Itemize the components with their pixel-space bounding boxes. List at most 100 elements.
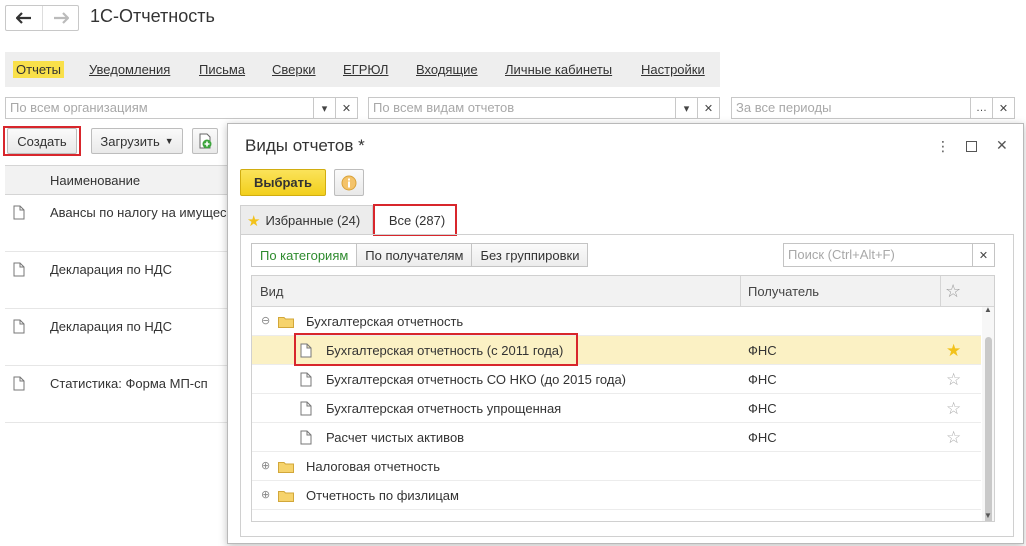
item-recipient: ФНС [748,430,777,445]
list-item[interactable]: Декларация по НДС [5,252,230,309]
scroll-up-icon[interactable]: ▲ [984,305,992,314]
document-icon [13,205,25,220]
document-icon [13,262,25,277]
list-item[interactable]: Авансы по налогу на имущес [5,195,230,252]
dialog-title: Виды отчетов * [245,136,365,155]
table-row[interactable]: Бухгалтерская отчетность упрощенная ФНС … [252,394,981,423]
tab-favorites[interactable]: ★ Избранные (24) [240,205,373,235]
group-label: Бухгалтерская отчетность [306,314,464,329]
column-recipient[interactable]: Получатель [748,276,819,307]
tab-incoming[interactable]: Входящие [413,61,481,78]
document-icon [13,376,25,391]
report-types-table: Вид Получатель ☆ ⊖ Бухгалтерская отчетно… [251,275,995,522]
clear-icon[interactable]: ✕ [335,98,357,118]
item-label: Расчет чистых активов [326,430,465,445]
table-header: Вид Получатель ☆ [252,276,994,307]
expand-icon[interactable]: ⊕ [261,481,270,510]
list-item-label: Авансы по налогу на имущес [50,205,227,220]
scroll-down-icon[interactable]: ▼ [984,511,992,520]
group-by-recipient[interactable]: По получателям [357,243,473,267]
maximize-icon[interactable] [966,139,977,155]
clear-icon[interactable]: ✕ [992,98,1014,118]
more-icon[interactable]: ⋮ [936,138,950,155]
tab-reconciliations[interactable]: Сверки [269,61,319,78]
group-label: Налоговая отчетность [306,459,440,474]
table-row[interactable]: ⊕ Отчетность по физлицам [252,481,981,510]
folder-icon [278,491,294,502]
load-button-label: Загрузить [100,133,160,149]
table-row[interactable]: ⊕ Налоговая отчетность [252,452,981,481]
item-label: Бухгалтерская отчетность СО НКО (до 2015… [326,372,627,387]
document-icon [300,372,312,387]
tab-all-highlight [373,204,457,236]
list-item[interactable]: Статистика: Форма МП-сп [5,366,230,423]
star-outline-icon[interactable]: ☆ [946,394,961,423]
document-icon [300,430,312,445]
item-recipient: ФНС [748,343,777,358]
list-header: Наименование [5,165,230,195]
collapse-icon[interactable]: ⊖ [261,307,270,336]
grouping-switch: По категориям По получателям Без группир… [251,243,589,267]
scrollbar[interactable]: ▲ ▼ [982,305,994,521]
list-item-label: Декларация по НДС [50,262,172,277]
organization-filter-text: По всем организациям [10,100,148,115]
table-row[interactable]: Расчет чистых активов ФНС ☆ [252,423,981,452]
star-icon: ★ [247,212,261,230]
scroll-thumb[interactable] [985,337,992,521]
list-item-label: Декларация по НДС [50,319,172,334]
column-kind[interactable]: Вид [260,276,284,307]
list-item[interactable]: Декларация по НДС [5,309,230,366]
dropdown-icon[interactable]: ▾ [675,98,697,118]
tab-favorites-label: Избранные (24) [265,213,361,228]
app-title: 1С-Отчетность [90,6,215,26]
close-icon[interactable]: ✕ [996,137,1008,154]
tab-notifications[interactable]: Уведомления [86,61,173,78]
star-filled-icon[interactable]: ★ [946,336,961,365]
document-icon [300,401,312,416]
dropdown-icon[interactable]: ▾ [313,98,335,118]
report-type-filter-text: По всем видам отчетов [373,100,515,115]
organization-filter[interactable]: По всем организациям ▾ ✕ [5,97,358,119]
document-icon [13,319,25,334]
favorite-column-star-icon[interactable]: ☆ [945,276,961,307]
report-types-dialog: Виды отчетов * ⋮ ✕ Выбрать ★ Избранные (… [227,123,1024,544]
tab-reports[interactable]: Отчеты [13,61,64,78]
ellipsis-icon[interactable]: … [970,98,992,118]
folder-icon [278,462,294,473]
folder-icon [278,317,294,328]
add-document-icon [199,133,212,149]
no-grouping[interactable]: Без группировки [472,243,589,267]
load-button[interactable]: Загрузить ▼ [91,128,183,154]
history-nav [5,5,79,31]
expand-icon[interactable]: ⊕ [261,452,270,481]
add-document-button[interactable] [192,128,218,154]
tab-settings[interactable]: Настройки [638,61,708,78]
tab-egrul[interactable]: ЕГРЮЛ [340,61,391,78]
group-by-category[interactable]: По категориям [251,243,358,267]
period-filter-text: За все периоды [736,100,832,115]
period-filter[interactable]: За все периоды … ✕ [731,97,1015,119]
star-outline-icon[interactable]: ☆ [946,423,961,452]
column-name: Наименование [50,173,141,188]
table-row[interactable]: Бухгалтерская отчетность СО НКО (до 2015… [252,365,981,394]
search-field[interactable]: Поиск (Ctrl+Alt+F) ✕ [783,243,995,267]
tab-personal-accounts[interactable]: Личные кабинеты [502,61,615,78]
info-button[interactable] [334,169,364,196]
item-recipient: ФНС [748,372,777,387]
back-button[interactable] [6,6,42,30]
star-outline-icon[interactable]: ☆ [946,365,961,394]
info-icon [341,175,357,190]
table-row[interactable]: ⊖ Бухгалтерская отчетность [252,307,981,336]
report-type-filter[interactable]: По всем видам отчетов ▾ ✕ [368,97,720,119]
clear-icon[interactable]: ✕ [972,244,994,266]
selected-row-highlight [294,333,578,366]
section-tabs: Отчеты Уведомления Письма Сверки ЕГРЮЛ В… [5,52,720,87]
tab-letters[interactable]: Письма [196,61,248,78]
forward-button[interactable] [42,6,78,30]
search-input[interactable]: Поиск (Ctrl+Alt+F) [784,244,972,266]
arrow-left-icon [16,12,31,24]
group-label: Отчетность по физлицам [306,488,459,503]
select-button[interactable]: Выбрать [240,169,326,196]
clear-icon[interactable]: ✕ [697,98,719,118]
create-button[interactable]: Создать [7,128,77,154]
